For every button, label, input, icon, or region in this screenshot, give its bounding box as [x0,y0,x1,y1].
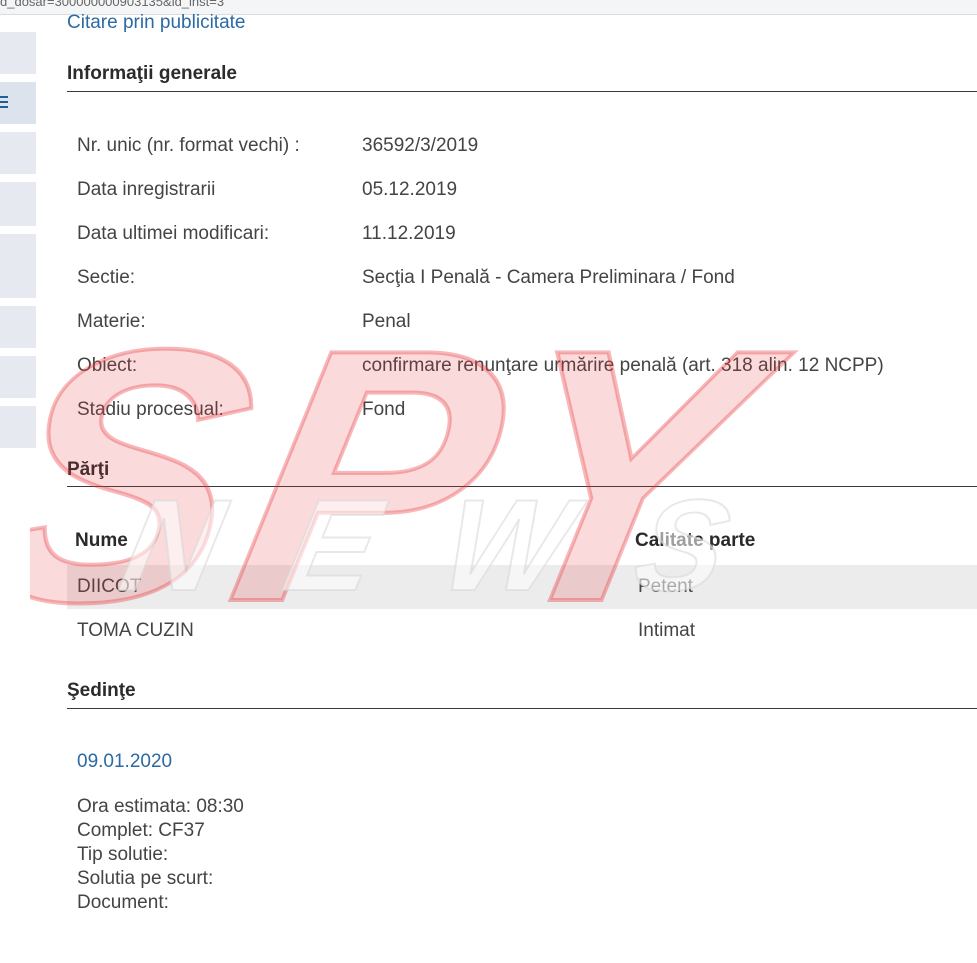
sidebar-item[interactable] [0,32,36,74]
general-info-title: Informaţii generale [67,63,237,84]
column-header-role: Calitate parte [635,530,756,551]
section-divider [67,486,977,487]
table-row: TOMA CUZIN Intimat [67,609,977,653]
sidebar-item[interactable] [0,356,36,398]
column-header-name: Nume [75,530,128,551]
hearing-date-link[interactable]: 09.01.2020 [77,751,172,773]
info-label: Obiect: [77,355,138,376]
info-label: Sectie: [77,267,136,288]
info-label: Data ultimei modificari: [77,223,270,244]
hearing-detail: Solutia pe scurt: [77,868,214,889]
info-label: Stadiu procesual: [77,399,224,420]
section-divider [67,708,977,709]
sidebar-item[interactable] [0,406,36,448]
citare-link[interactable]: Citare prin publicitate [67,12,245,34]
hearing-detail: Complet: CF37 [77,820,205,841]
table-row: DIICOT Petent [67,565,977,609]
info-label: Nr. unic (nr. format vechi) : [77,135,300,156]
menu-icon [0,96,8,111]
info-label: Materie: [77,311,146,332]
hearing-detail: Ora estimata: 08:30 [77,796,244,817]
address-bar-text: d_dosar=300000000903135&id_inst=3 [0,0,225,9]
sidebar [0,14,38,454]
parties-title: Părţi [67,459,110,480]
info-label: Data inregistrarii [77,179,216,200]
sidebar-item-menu[interactable] [0,82,36,124]
party-role: Intimat [638,620,696,641]
info-value: Fond [362,399,406,420]
info-value: 05.12.2019 [362,179,458,200]
party-name: TOMA CUZIN [77,620,194,641]
section-divider [67,91,977,92]
sidebar-item[interactable] [0,182,36,226]
sidebar-item[interactable] [0,306,36,348]
sidebar-item[interactable] [0,234,36,298]
sidebar-item[interactable] [0,132,36,174]
info-value: 36592/3/2019 [362,135,479,156]
party-role: Petent [638,576,693,597]
info-value: confirmare renunţare urmărire penală (ar… [362,355,884,376]
hearing-detail: Tip solutie: [77,844,169,865]
hearing-detail: Document: [77,892,169,913]
party-name: DIICOT [77,576,142,597]
info-value: Secţia I Penală - Camera Preliminara / F… [362,267,735,288]
hearings-title: Şedinţe [67,680,136,701]
info-value: Penal [362,311,411,332]
info-value: 11.12.2019 [362,223,456,244]
